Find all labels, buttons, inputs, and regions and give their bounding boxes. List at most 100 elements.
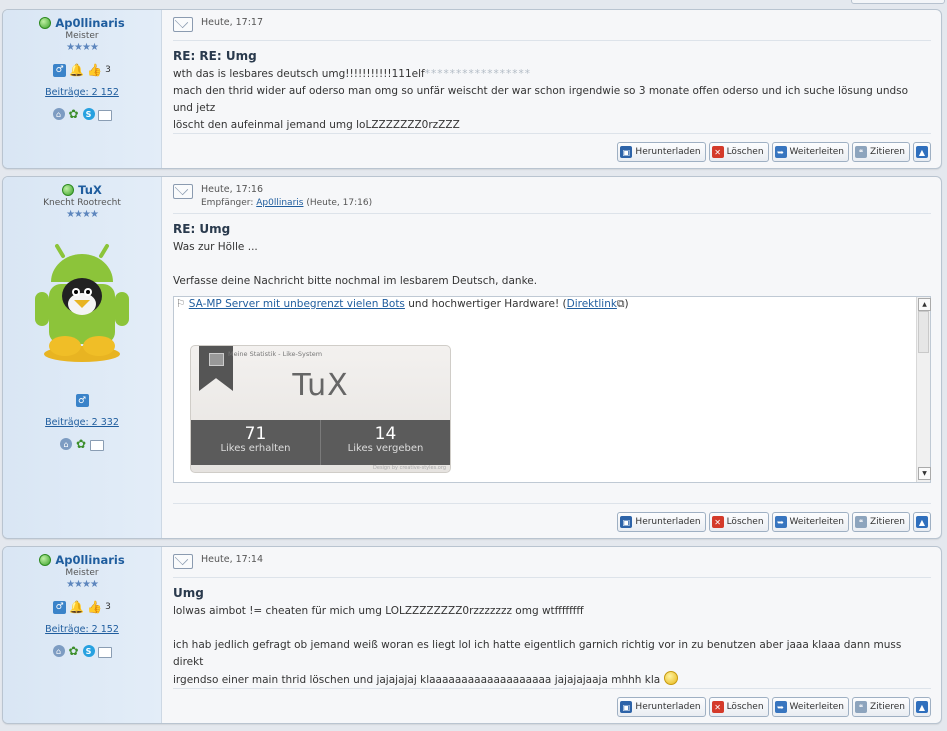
contact-icons: ⌂ ✿ S	[3, 644, 161, 658]
likes-given-value: 14	[374, 424, 397, 444]
delete-button[interactable]: ✕ Löschen	[708, 512, 769, 532]
message-post: TuX Knecht Rootrecht ★★★★ ♂ Beiträge: 2 …	[2, 176, 942, 539]
quote-icon: ❝	[855, 701, 868, 713]
bell-icon: 🔔	[69, 600, 85, 614]
male-gender-icon: ♂	[53, 63, 67, 77]
quote-button[interactable]: ❝ Zitieren	[852, 142, 910, 162]
author-sidebar: Ap0llinaris Meister ★★★★ ♂ 🔔 👍 3 Beiträg…	[3, 547, 162, 723]
icq-icon[interactable]: ✿	[68, 107, 80, 121]
author-name-text[interactable]: Ap0llinaris	[55, 16, 124, 30]
delete-button[interactable]: ✕ Löschen	[708, 697, 769, 717]
post-title: RE: Umg	[173, 222, 231, 236]
mail-icon[interactable]	[97, 647, 112, 658]
post-date: Heute, 17:16	[201, 184, 263, 195]
post-content: Heute, 17:14 Umg lolwas aimbot != cheate…	[173, 547, 931, 723]
post-title: RE: RE: Umg	[173, 49, 257, 63]
male-gender-icon: ♂	[53, 600, 67, 614]
likes-received-label: Likes erhalten	[220, 443, 291, 454]
recipient-link[interactable]: Ap0llinaris	[256, 198, 303, 208]
signature-scrollbar[interactable]: ▲ ▼	[916, 297, 931, 482]
post-actions: ▣ Herunterladen ✕ Löschen ➥ Weiterleiten ❝ Z…	[617, 512, 931, 532]
quote-button[interactable]: ❝ Zitieren	[852, 512, 910, 532]
arrow-up-icon: ▲	[916, 701, 928, 713]
skype-icon[interactable]: S	[82, 645, 95, 657]
divider	[173, 133, 931, 134]
top-button-stub[interactable]	[851, 0, 945, 4]
recipient-line: Empfänger: Ap0llinaris (Heute, 17:16)	[201, 198, 372, 208]
skype-icon[interactable]: S	[82, 108, 95, 120]
like-count: 3	[105, 65, 111, 75]
download-button[interactable]: ▣ Herunterladen	[617, 512, 706, 532]
likes-received: 71 Likes erhalten	[191, 420, 320, 465]
mail-icon[interactable]	[90, 440, 104, 451]
message-post: Ap0llinaris Meister ★★★★ ♂ 🔔 👍 3 Beiträg…	[2, 9, 942, 169]
signature-link[interactable]: SA-MP Server mit unbegrenzt vielen Bots	[189, 298, 405, 310]
rank-stars-icon: ★★★★	[66, 42, 99, 53]
mail-icon[interactable]	[97, 110, 112, 121]
author-name[interactable]: Ap0llinaris	[3, 553, 161, 567]
forward-button[interactable]: ➥ Weiterleiten	[771, 697, 850, 717]
author-rank: Meister	[65, 568, 99, 578]
scroll-up-arrow-icon[interactable]: ▲	[918, 298, 931, 311]
delete-label: Löschen	[726, 147, 764, 157]
post-count-link[interactable]: Beiträge: 2 152	[3, 87, 161, 98]
post-actions: ▣ Herunterladen ✕ Löschen ➥ Weiterleiten ❝ Z…	[617, 697, 931, 717]
body-line	[173, 620, 931, 637]
post-header: Heute, 17:14	[173, 554, 931, 569]
delete-label: Löschen	[726, 702, 764, 712]
divider	[173, 40, 931, 41]
message-post: Ap0llinaris Meister ★★★★ ♂ 🔔 👍 3 Beiträg…	[2, 546, 942, 724]
signature-text: ⚐ SA-MP Server mit unbegrenzt vielen Bot…	[176, 298, 930, 311]
envelope-icon	[173, 184, 193, 199]
homepage-icon[interactable]: ⌂	[52, 645, 65, 657]
badge-row: ♂ 🔔 👍 3	[3, 63, 161, 77]
badge-row: ♂ 🔔 👍 3	[3, 600, 161, 614]
like-statistics-card: Meine Statistik - Like-System TuX 71 Lik…	[190, 345, 451, 473]
author-name-text[interactable]: Ap0llinaris	[55, 553, 124, 567]
direct-link[interactable]: Direktlink	[567, 298, 617, 310]
online-status-icon	[39, 554, 52, 566]
homepage-icon[interactable]: ⌂	[52, 108, 65, 120]
envelope-icon	[173, 17, 193, 32]
post-count-link[interactable]: Beiträge: 2 152	[3, 624, 161, 635]
scroll-top-button[interactable]: ▲	[913, 697, 931, 717]
forward-button[interactable]: ➥ Weiterleiten	[771, 512, 850, 532]
scroll-top-button[interactable]: ▲	[913, 142, 931, 162]
author-sidebar: TuX Knecht Rootrecht ★★★★ ♂ Beiträge: 2 …	[3, 177, 162, 538]
scroll-down-arrow-icon[interactable]: ▼	[918, 467, 931, 480]
author-name[interactable]: TuX	[3, 183, 161, 197]
body-line: wth das is lesbares deutsch umg!!!!!!!!!…	[173, 68, 425, 80]
download-button[interactable]: ▣ Herunterladen	[617, 697, 706, 717]
quote-label: Zitieren	[870, 517, 905, 527]
author-name-text[interactable]: TuX	[78, 183, 102, 197]
quote-button[interactable]: ❝ Zitieren	[852, 697, 910, 717]
scrollbar-thumb[interactable]	[918, 311, 929, 353]
author-name[interactable]: Ap0llinaris	[3, 16, 161, 30]
delete-icon: ✕	[711, 516, 724, 528]
post-body: lolwas aimbot != cheaten für mich umg LO…	[173, 603, 931, 689]
homepage-icon[interactable]: ⌂	[60, 438, 72, 450]
forward-button[interactable]: ➥ Weiterleiten	[771, 142, 850, 162]
post-date: Heute, 17:14	[201, 554, 263, 565]
forward-icon: ➥	[774, 701, 787, 713]
avatar[interactable]	[27, 234, 137, 364]
delete-button[interactable]: ✕ Löschen	[708, 142, 769, 162]
divider	[173, 577, 931, 578]
floppy-icon: ▣	[620, 701, 633, 713]
post-count-link[interactable]: Beiträge: 2 332	[3, 417, 161, 428]
post-header: Heute, 17:16 Empfänger: Ap0llinaris (Heu…	[173, 184, 931, 208]
delete-icon: ✕	[711, 146, 724, 158]
card-credit: Design by creative-styles.org	[373, 465, 446, 471]
download-button[interactable]: ▣ Herunterladen	[617, 142, 706, 162]
body-line: Verfasse deine Nachricht bitte nochmal i…	[173, 275, 538, 287]
post-header: Heute, 17:17	[173, 17, 931, 32]
icq-icon[interactable]: ✿	[68, 644, 80, 658]
forward-label: Weiterleiten	[789, 702, 845, 712]
quote-label: Zitieren	[870, 147, 905, 157]
signature-middle: und hochwertiger Hardware! (	[404, 298, 567, 310]
smiley-icon	[663, 671, 678, 685]
scroll-top-button[interactable]: ▲	[913, 512, 931, 532]
download-label: Herunterladen	[635, 517, 701, 527]
icq-icon[interactable]: ✿	[75, 437, 87, 451]
sign-icon: ⚐	[176, 298, 186, 310]
